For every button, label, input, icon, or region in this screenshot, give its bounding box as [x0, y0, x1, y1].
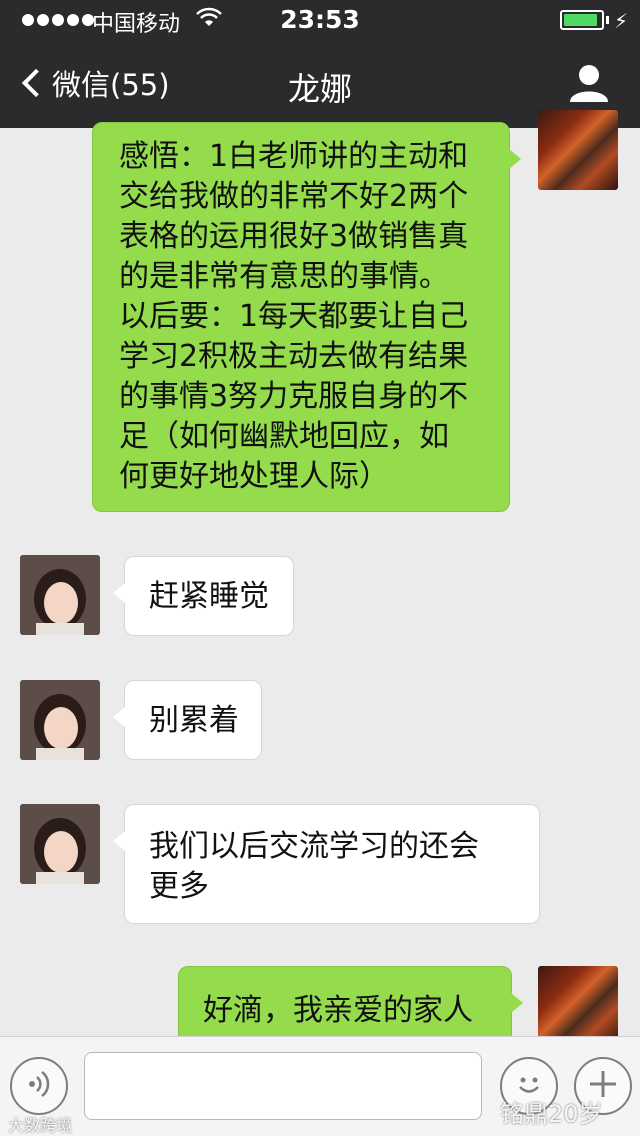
contact-avatar[interactable] [20, 680, 100, 760]
message-line: 别累着 [149, 703, 239, 738]
message-line: 表格的运用很好3做销售真 [119, 219, 469, 254]
clock: 23:53 [280, 5, 360, 34]
voice-button[interactable] [10, 1057, 68, 1115]
message-input[interactable] [84, 1052, 482, 1120]
voice-icon [26, 1069, 52, 1103]
incoming-message-bubble[interactable]: 我们以后交流学习的还会 更多 [113, 804, 540, 924]
chat-title: 龙娜 [287, 70, 352, 108]
message-line: 以后要：1每天都要让自己 [119, 299, 469, 334]
watermark-left: 大数跨境 [8, 1116, 73, 1135]
message-line: 赶紧睡觉 [149, 579, 269, 614]
contact-avatar[interactable] [20, 555, 100, 635]
contact-icon[interactable] [568, 62, 610, 104]
my-avatar[interactable] [538, 110, 618, 190]
message-line: 的事情3努力克服自身的不 [119, 379, 469, 414]
incoming-message-bubble[interactable]: 别累着 [113, 680, 262, 760]
message-line: 学习2积极主动去做有结果 [119, 339, 469, 374]
message-line: 我们以后交流学习的还会 [149, 829, 479, 864]
message-line: 交给我做的非常不好2两个 [119, 179, 469, 214]
message-line: 感悟：1白老师讲的主动和 [119, 139, 469, 174]
watermark-right: 铭鼎20岁 [500, 1100, 603, 1128]
navigation-bar: 中国移动 23:53 ⚡ 微信(55) 龙娜 [0, 0, 640, 128]
battery-icon [560, 10, 604, 30]
status-bar: 中国移动 23:53 ⚡ [0, 0, 640, 42]
message-line: 好滴，我亲爱的家人 [203, 993, 473, 1028]
my-avatar[interactable] [538, 966, 618, 1046]
outgoing-message-bubble[interactable]: 感悟：1白老师讲的主动和 交给我做的非常不好2两个 表格的运用很好3做销售真 的… [92, 122, 521, 512]
message-line: 更多 [149, 869, 209, 904]
incoming-message-bubble[interactable]: 赶紧睡觉 [113, 556, 294, 636]
charging-icon: ⚡ [613, 9, 628, 33]
contact-avatar[interactable] [20, 804, 100, 884]
message-line: 足（如何幽默地回应，如 [119, 419, 449, 454]
message-line: 何更好地处理人际） [119, 459, 389, 494]
message-line: 的是非常有意思的事情。 [119, 259, 449, 294]
